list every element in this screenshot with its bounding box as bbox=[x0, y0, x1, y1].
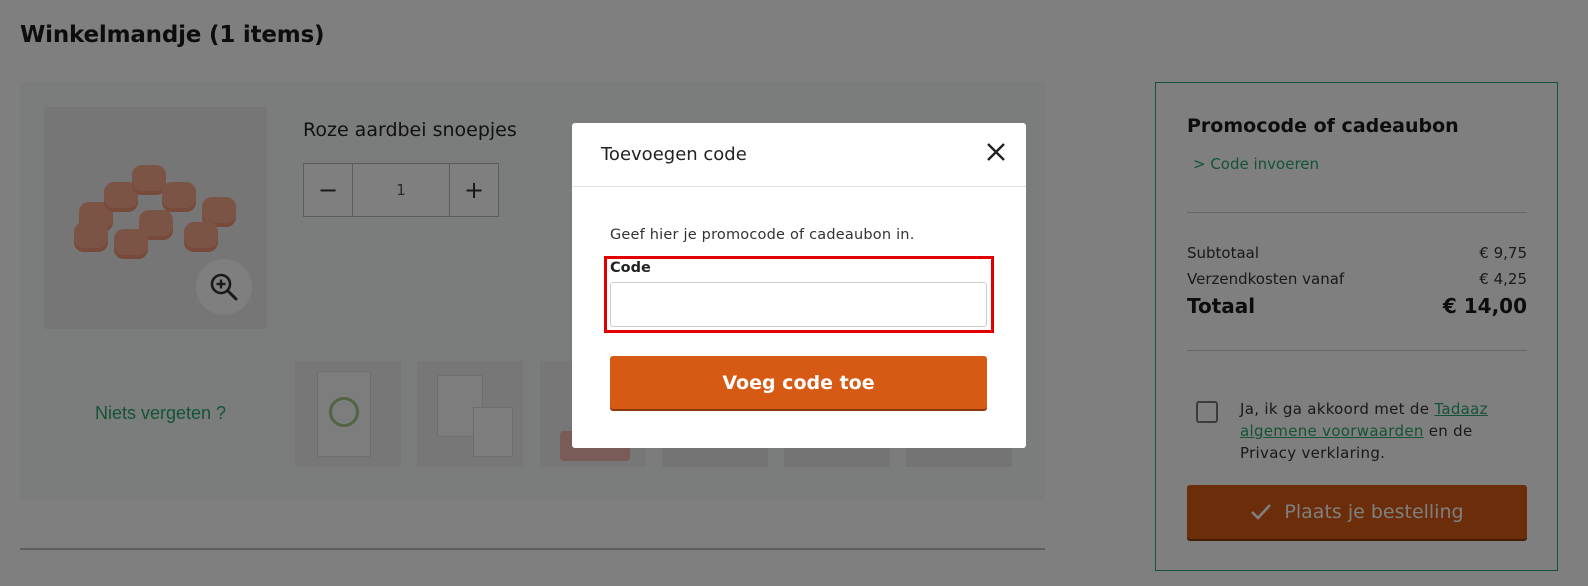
code-label: Code bbox=[610, 260, 651, 276]
add-code-modal: Toevoegen code Geef hier je promocode of… bbox=[572, 123, 1026, 448]
code-input[interactable] bbox=[610, 282, 987, 327]
modal-description: Geef hier je promocode of cadeaubon in. bbox=[610, 227, 915, 243]
close-button[interactable] bbox=[984, 140, 1008, 164]
add-code-button[interactable]: Voeg code toe bbox=[610, 356, 987, 409]
modal-divider bbox=[572, 186, 1026, 187]
close-icon bbox=[987, 143, 1005, 161]
modal-title: Toevoegen code bbox=[601, 144, 747, 165]
